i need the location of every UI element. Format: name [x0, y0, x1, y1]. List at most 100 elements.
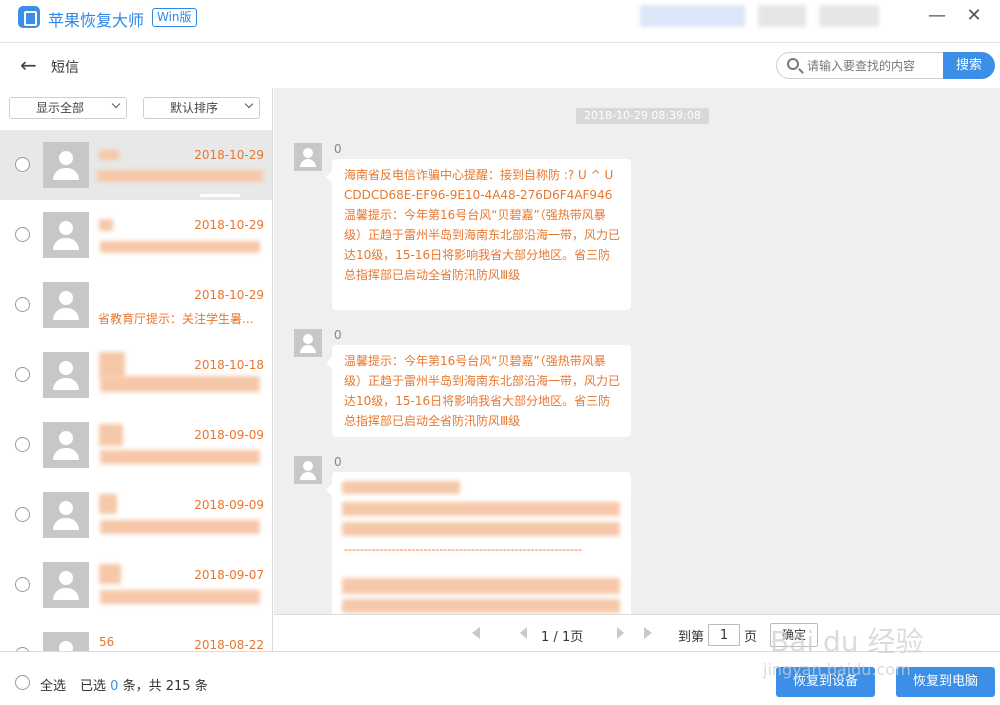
message-date: 2018-10-29	[194, 148, 264, 162]
chevron-down-icon	[244, 99, 254, 109]
message-timestamp: 2018-10-29 08:39:08	[576, 108, 709, 124]
chevron-down-icon	[111, 99, 121, 109]
redacted-account-info	[640, 5, 745, 27]
avatar-icon	[43, 352, 89, 398]
redacted-name	[99, 564, 121, 584]
selected-count: 0	[110, 679, 119, 694]
redacted-preview	[97, 170, 263, 182]
redacted-preview	[100, 241, 260, 253]
message-sender: 0	[334, 328, 342, 342]
avatar-icon	[294, 143, 322, 171]
first-page-icon[interactable]	[472, 627, 480, 639]
message-date: 2018-08-22	[194, 638, 264, 651]
total-count: 215	[165, 679, 191, 694]
select-radio[interactable]	[15, 577, 30, 592]
redacted-account-info	[758, 5, 806, 27]
goto-page-input[interactable]	[708, 624, 740, 646]
message-date: 2018-09-09	[194, 428, 264, 442]
avatar-icon	[294, 329, 322, 357]
search-input[interactable]	[807, 57, 937, 75]
select-all-radio[interactable]	[15, 675, 30, 690]
last-page-icon[interactable]	[644, 627, 652, 639]
avatar-icon	[43, 632, 89, 651]
conversation-panel: 显示全部 默认排序 2018-10-29 2018-10-29 2018-10-…	[0, 88, 273, 651]
current-page: 1	[541, 630, 550, 645]
list-item[interactable]: 2018-09-07	[0, 550, 272, 620]
list-item[interactable]: 56 2018-08-22	[0, 620, 272, 651]
chat-panel: 2018-10-29 08:39:08 0 海南省反电信诈骗中心提醒：接到自称防…	[274, 88, 1000, 614]
redacted-name	[99, 219, 113, 231]
next-page-icon[interactable]	[617, 627, 624, 639]
page-title: 短信	[51, 60, 79, 76]
select-radio[interactable]	[15, 297, 30, 312]
conversation-list: 2018-10-29 2018-10-29 2018-10-29 省教育厅提示：…	[0, 130, 272, 651]
redacted-name	[99, 352, 125, 378]
goto-suffix: 页	[744, 630, 758, 645]
selected-mid: 条，共	[122, 679, 162, 694]
search-box	[776, 52, 943, 79]
app-logo-icon	[18, 6, 40, 28]
list-item[interactable]: 2018-09-09	[0, 480, 272, 550]
redacted-text	[342, 599, 620, 613]
avatar-icon	[43, 212, 89, 258]
redacted-preview	[100, 520, 260, 534]
prev-page-icon[interactable]	[520, 627, 527, 639]
filter-dropdown[interactable]: 显示全部	[9, 97, 127, 119]
list-item[interactable]: 2018-09-09	[0, 410, 272, 480]
minimize-icon[interactable]: —	[927, 6, 947, 26]
total-suffix: 条	[194, 679, 208, 694]
redacted-name	[99, 424, 123, 446]
watermark-logo: Bai du 经验	[770, 625, 924, 658]
avatar-icon	[43, 492, 89, 538]
avatar-icon	[43, 422, 89, 468]
list-item[interactable]: 2018-10-29	[0, 200, 272, 270]
goto-label: 到第	[678, 630, 705, 645]
list-item[interactable]: 2018-10-18	[0, 340, 272, 410]
message-date: 2018-10-18	[194, 358, 264, 372]
search-icon	[787, 58, 799, 70]
list-item[interactable]: 2018-10-29	[0, 130, 272, 200]
avatar-icon	[294, 456, 322, 484]
message-sender: 0	[334, 142, 342, 156]
message-date: 2018-10-29	[194, 288, 264, 302]
message-sender: 0	[334, 455, 342, 469]
redacted-account-info	[819, 5, 879, 27]
scroll-indicator	[200, 194, 240, 197]
filter-dropdown-label: 显示全部	[36, 101, 85, 115]
arrow-left-icon[interactable]: ←	[20, 53, 37, 77]
selection-count: 已选 0 条，共 215 条	[80, 675, 208, 694]
redacted-name	[99, 150, 119, 160]
message-divider: ----------------------------------------…	[344, 543, 583, 556]
redacted-preview	[100, 376, 260, 392]
list-item[interactable]: 2018-10-29 省教育厅提示：关注学生暑...	[0, 270, 272, 340]
message-date: 2018-10-29	[194, 218, 264, 232]
title-bar: 苹果恢复大师 Win版 — ✕	[0, 0, 1000, 36]
avatar-icon	[43, 282, 89, 328]
select-radio[interactable]	[15, 437, 30, 452]
close-icon[interactable]: ✕	[964, 6, 984, 26]
watermark-url: jingyan.baidu.com	[763, 660, 911, 679]
select-radio[interactable]	[15, 367, 30, 382]
message-preview: 省教育厅提示：关注学生暑...	[98, 312, 254, 326]
nav-bar: ← 短信 搜索	[0, 42, 1000, 88]
avatar-icon	[43, 562, 89, 608]
page-label: 页	[570, 630, 584, 645]
redacted-text	[342, 522, 620, 536]
edition-badge: Win版	[152, 8, 197, 27]
select-radio[interactable]	[15, 507, 30, 522]
select-radio[interactable]	[15, 227, 30, 242]
redacted-text	[342, 502, 620, 516]
search-button[interactable]: 搜索	[943, 52, 995, 79]
sort-dropdown-label: 默认排序	[170, 101, 219, 115]
select-all-label[interactable]: 全选	[40, 675, 66, 694]
redacted-text	[342, 578, 620, 594]
message-date: 2018-09-07	[194, 568, 264, 582]
message-date: 2018-09-09	[194, 498, 264, 512]
message-bubble: 海南省反电信诈骗中心提醒：接到自称防 :? U ^ U CDDCD68E-EF9…	[326, 159, 631, 310]
message-bubble: 温馨提示：今年第16号台风“贝碧嘉”（强热带风暴级）正趋于雷州半岛到海南东北部沿…	[326, 345, 631, 437]
app-title: 苹果恢复大师	[48, 11, 145, 30]
select-radio[interactable]	[15, 157, 30, 172]
redacted-preview	[100, 590, 260, 604]
avatar-icon	[43, 142, 89, 188]
sort-dropdown[interactable]: 默认排序	[143, 97, 260, 119]
